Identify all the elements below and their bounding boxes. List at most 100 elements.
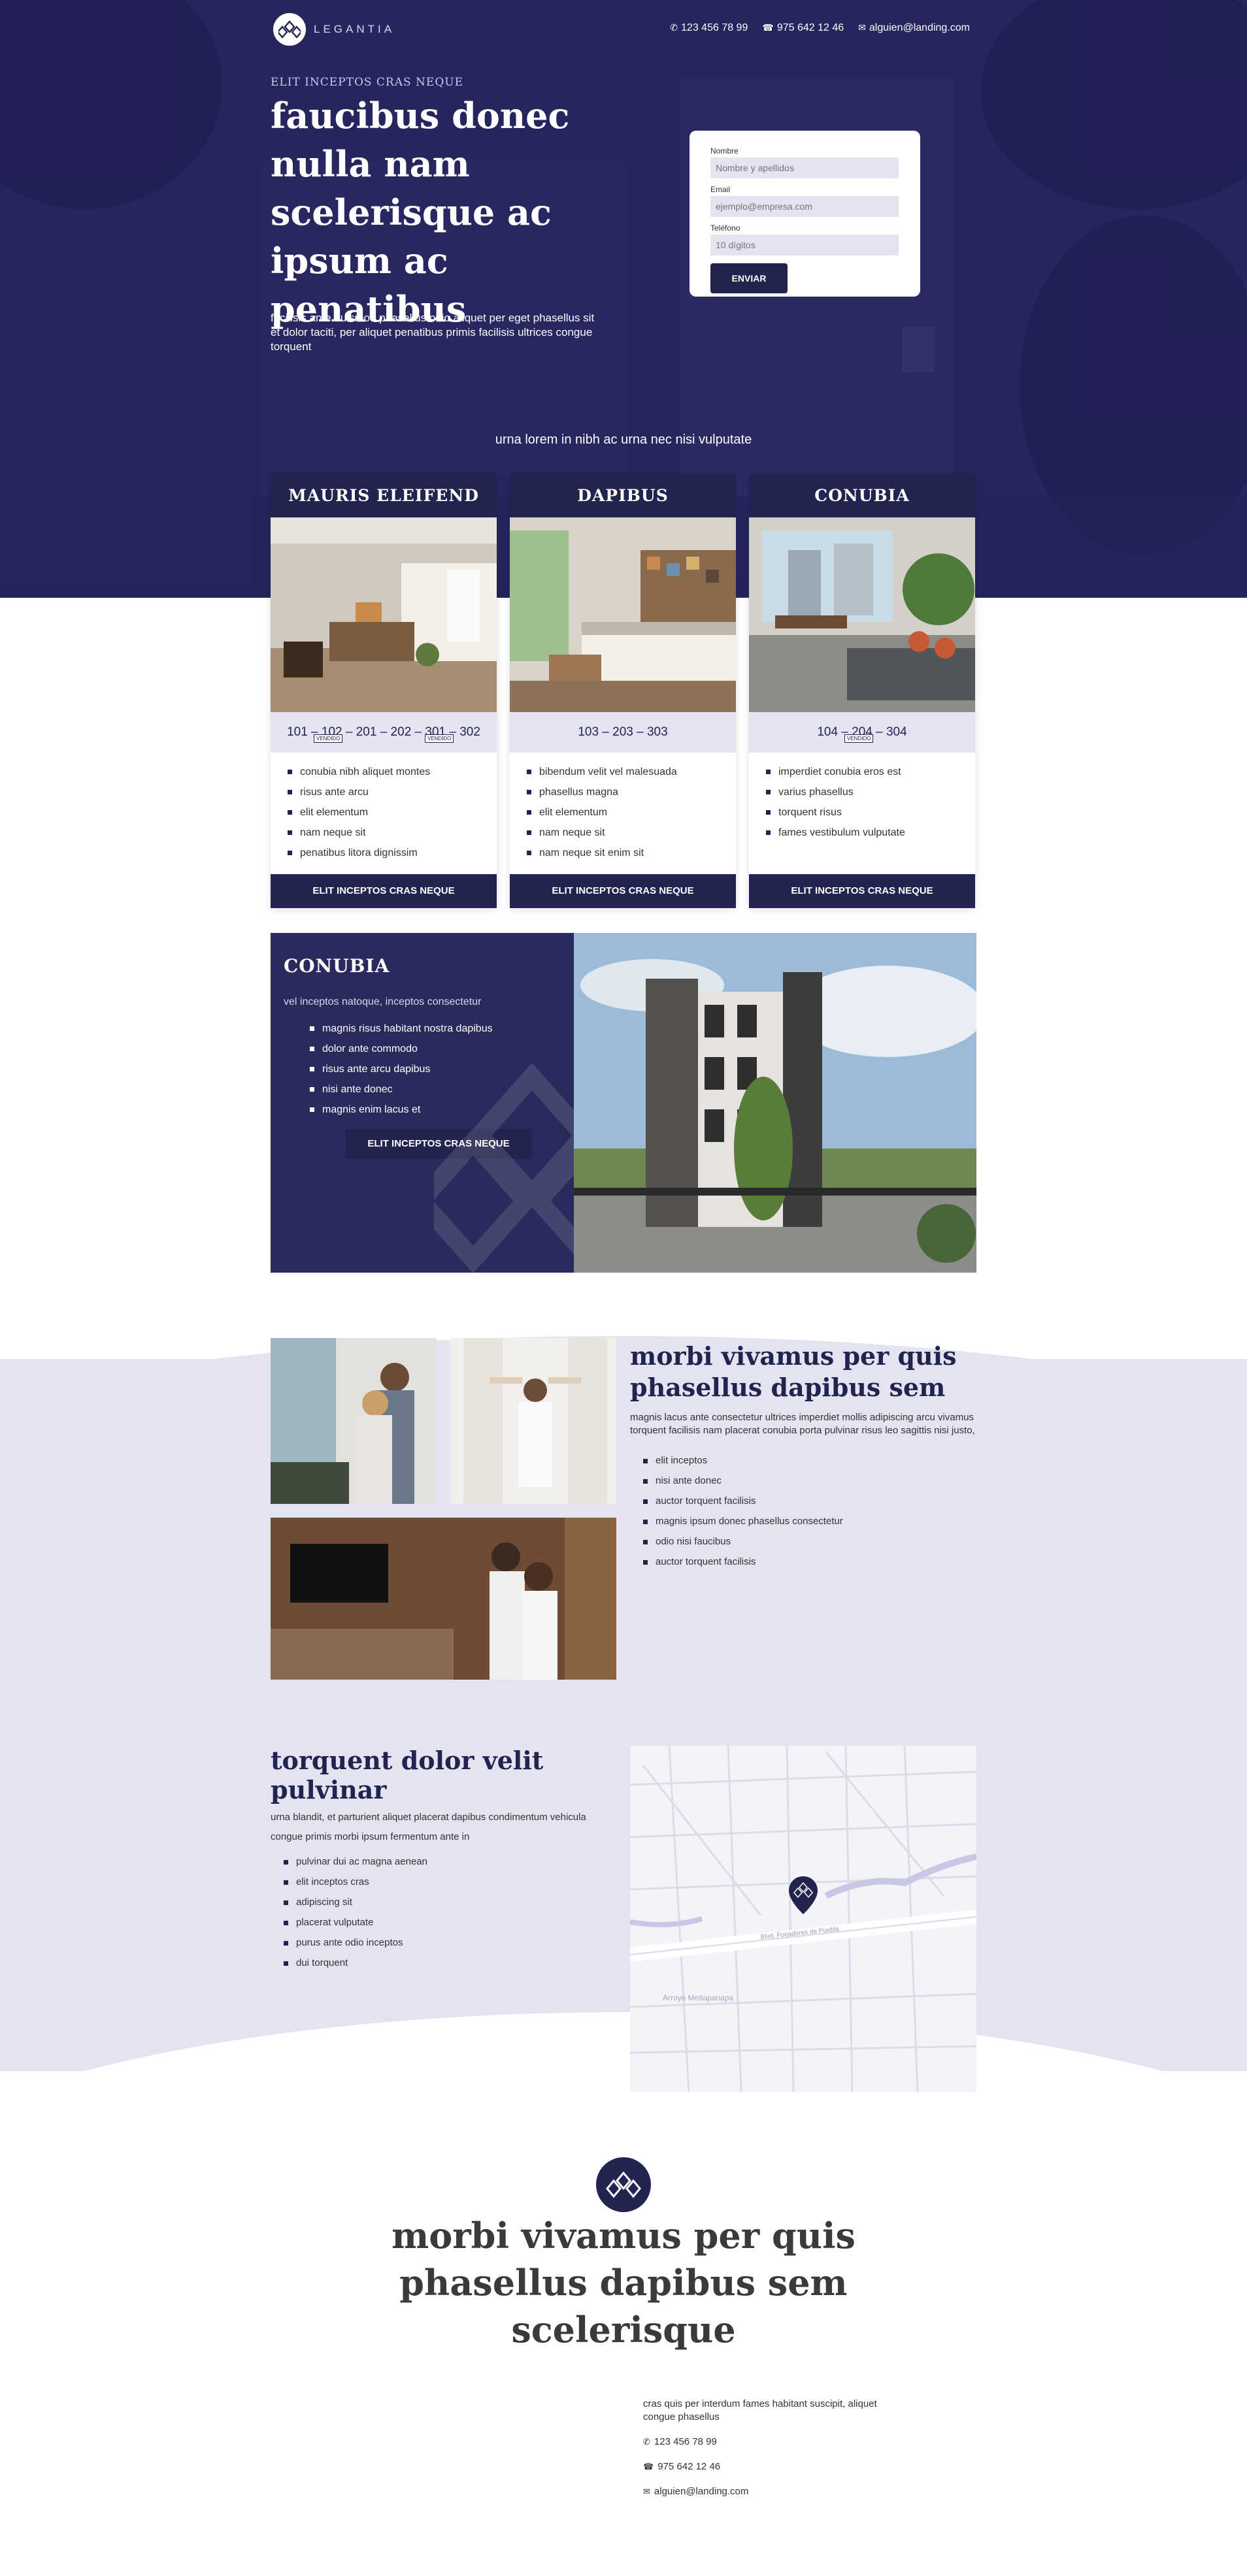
whatsapp-number: 123 456 78 99 <box>681 22 748 33</box>
phone-number: 975 642 12 46 <box>657 2461 721 2472</box>
sold-badge: VENDIDO <box>844 734 874 743</box>
header-whatsapp-link[interactable]: ✆ 123 456 78 99 <box>670 22 748 34</box>
map-area-label: Arroyo Metlapanapa <box>663 1993 733 2002</box>
feature-title: CONUBIA <box>284 955 390 977</box>
list-item: pulvinar dui ac magna aenean <box>284 1851 624 1872</box>
footer-phone-link[interactable]: ☎ 975 642 12 46 <box>643 2460 878 2473</box>
list-item: dui torquent <box>284 1953 624 1973</box>
list-item: adipiscing sit <box>284 1892 624 1912</box>
card-units: 103 – 203 – 303 <box>510 712 736 753</box>
footer-email-link[interactable]: ✉ alguien@landing.com <box>643 2485 878 2498</box>
name-input[interactable] <box>710 157 899 178</box>
email-label: Email <box>710 185 731 194</box>
list-item: phasellus magna <box>527 782 719 802</box>
hero-kicker: ELIT INCEPTOS CRAS NEQUE <box>271 76 464 89</box>
models-subtitle: urna lorem in nibh ac urna nec nisi vulp… <box>495 432 752 447</box>
whatsapp-icon: ✆ <box>643 2437 650 2447</box>
list-item: elit inceptos <box>643 1450 976 1471</box>
hero-description: facilisis ante euismod phasellus odio al… <box>271 312 595 353</box>
watermark-icon <box>434 1064 574 1273</box>
location-list: pulvinar dui ac magna aenean elit incept… <box>271 1851 624 1973</box>
list-item: conubia nibh aliquet montes <box>288 762 480 782</box>
card-title: DAPIBUS <box>510 474 736 517</box>
card-cta-button[interactable]: ELIT INCEPTOS CRAS NEQUE <box>749 874 975 908</box>
brand-logo[interactable]: LEGANTIA <box>273 13 395 46</box>
building-exterior-photo <box>574 933 976 1273</box>
footer-whatsapp-link[interactable]: ✆ 123 456 78 99 <box>643 2436 878 2449</box>
hero-title: faucibus donec nulla nam scelerisque ac … <box>271 95 570 330</box>
list-item: purus ante odio inceptos <box>284 1932 624 1953</box>
unit-card: CONUBIA 104 – 204 – 304 VENDIDO imperdie… <box>749 474 975 908</box>
card-title: CONUBIA <box>749 474 975 517</box>
unit-card: DAPIBUS 103 – 203 – 303 bibendum velit v… <box>510 474 736 908</box>
couple-balcony-photo <box>271 1338 437 1504</box>
list-item: varius phasellus <box>766 782 958 802</box>
footer-logo-icon <box>596 2157 651 2212</box>
list-item: imperdiet conubia eros est <box>766 762 958 782</box>
phone-icon: ☎ <box>762 22 774 33</box>
lifestyle-paragraph: magnis lacus ante consectetur ultrices i… <box>630 1412 975 1436</box>
location-paragraph: congue primis morbi ipsum fermentum ante… <box>271 1831 470 1842</box>
list-item: dolor ante commodo <box>310 1039 561 1059</box>
card-units: 101 – 102 – 201 – 202 – 301 – 302 VENDID… <box>271 712 497 753</box>
list-item: fames vestibulum vulputate <box>766 823 958 843</box>
email-address: alguien@landing.com <box>869 22 970 33</box>
lifestyle-list: elit inceptos nisi ante donec auctor tor… <box>630 1450 976 1572</box>
phone-label: Teléfono <box>710 223 740 233</box>
list-item: placerat vulputate <box>284 1912 624 1932</box>
list-item: nam neque sit enim sit <box>527 843 719 863</box>
whatsapp-icon: ✆ <box>670 22 678 33</box>
list-item: elit elementum <box>527 802 719 823</box>
mail-icon: ✉ <box>858 22 866 33</box>
list-item: auctor torquent facilisis <box>643 1552 976 1572</box>
card-cta-button[interactable]: ELIT INCEPTOS CRAS NEQUE <box>510 874 736 908</box>
phone-number: 975 642 12 46 <box>776 22 844 33</box>
list-item: magnis ipsum donec phasellus consectetur <box>643 1511 976 1531</box>
card-title: MAURIS ELEIFEND <box>271 474 497 517</box>
list-item: risus ante arcu <box>288 782 480 802</box>
card-photo-dining <box>749 517 975 712</box>
card-feature-list: imperdiet conubia eros est varius phasel… <box>749 753 975 852</box>
sold-badge: VENDIDO <box>314 734 343 743</box>
email-address: alguien@landing.com <box>654 2486 749 2497</box>
top-bar: LEGANTIA ✆ 123 456 78 99 ☎ 975 642 12 46 ✉… <box>271 13 976 46</box>
footer-paragraph: cras quis per interdum fames habitant su… <box>643 2398 877 2422</box>
card-feature-list: bibendum velit vel malesuada phasellus m… <box>510 753 736 872</box>
phone-input[interactable] <box>710 235 899 255</box>
feature-panel: CONUBIA vel inceptos natoque, inceptos c… <box>271 933 574 1273</box>
whatsapp-number: 123 456 78 99 <box>654 2436 717 2447</box>
logo-mark-icon <box>273 13 306 46</box>
sold-badge: VENDIDO <box>425 734 454 743</box>
units-list: 103 – 203 – 303 <box>578 725 668 739</box>
card-cta-button[interactable]: ELIT INCEPTOS CRAS NEQUE <box>271 874 497 908</box>
list-item: bibendum velit vel malesuada <box>527 762 719 782</box>
contact-form: Nombre Email Teléfono ENVIAR <box>690 131 920 297</box>
header-email-link[interactable]: ✉ alguien@landing.com <box>858 22 970 34</box>
header-phone-link[interactable]: ☎ 975 642 12 46 <box>762 22 844 34</box>
name-label: Nombre <box>710 146 739 155</box>
feature-section: CONUBIA vel inceptos natoque, inceptos c… <box>271 933 976 1273</box>
email-input[interactable] <box>710 196 899 217</box>
footer-contact-info: cras quis per interdum fames habitant su… <box>643 2398 878 2498</box>
submit-button[interactable]: ENVIAR <box>710 263 788 293</box>
list-item: nam neque sit <box>527 823 719 843</box>
list-item: nisi ante donec <box>643 1471 976 1491</box>
list-item: magnis risus habitant nostra dapibus <box>310 1019 561 1039</box>
card-feature-list: conubia nibh aliquet montes risus ante a… <box>271 753 497 872</box>
location-title: torquent dolor velit pulvinar <box>271 1746 544 1804</box>
list-item: nam neque sit <box>288 823 480 843</box>
list-item: elit elementum <box>288 802 480 823</box>
unit-cards: MAURIS ELEIFEND 101 – 102 – 201 – 202 – … <box>271 474 976 908</box>
phone-icon: ☎ <box>643 2462 654 2471</box>
card-photo-bedroom <box>510 517 736 712</box>
list-item: elit inceptos cras <box>284 1872 624 1892</box>
list-item: odio nisi faucibus <box>643 1531 976 1552</box>
couple-living-room-photo <box>271 1518 616 1680</box>
mail-icon: ✉ <box>643 2486 650 2496</box>
unit-card: MAURIS ELEIFEND 101 – 102 – 201 – 202 – … <box>271 474 497 908</box>
header-contacts: ✆ 123 456 78 99 ☎ 975 642 12 46 ✉ alguien@l… <box>670 22 970 34</box>
location-map[interactable]: Blvd. Forjadores de Puebla Arroyo Metlap… <box>630 1746 976 2092</box>
lifestyle-text: morbi vivamus per quis phasellus dapibus… <box>630 1341 976 1572</box>
woman-curtains-photo <box>450 1338 616 1504</box>
location-text: torquent dolor velit pulvinar urna bland… <box>271 1746 624 1973</box>
